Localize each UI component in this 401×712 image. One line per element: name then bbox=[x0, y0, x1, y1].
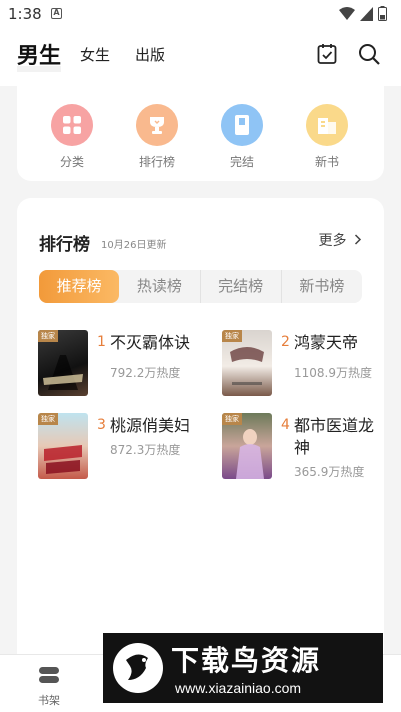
subtab-finished[interactable]: 完结榜 bbox=[201, 270, 282, 303]
status-time: 1:38 bbox=[8, 5, 42, 23]
category-new[interactable]: 新书 bbox=[297, 104, 357, 170]
book-cover: 独家 bbox=[222, 330, 272, 396]
book-heat: 872.3万热度 bbox=[110, 443, 181, 457]
nav-shelf[interactable]: 书架 bbox=[19, 665, 79, 708]
more-link[interactable]: 更多 bbox=[319, 230, 362, 250]
book-item[interactable]: 独家 2 鸿蒙天帝 1108.9万热度 bbox=[222, 330, 392, 400]
book-title: 鸿蒙天帝 bbox=[294, 333, 359, 352]
status-bar: 1:38 A bbox=[0, 0, 401, 28]
watermark-url: www.xiazainiao.com bbox=[175, 680, 302, 696]
trophy-icon bbox=[136, 104, 178, 146]
new-book-icon bbox=[306, 104, 348, 146]
subtab-hot[interactable]: 热读榜 bbox=[119, 270, 201, 303]
tab-publish[interactable]: 出版 bbox=[135, 44, 165, 65]
book-title: 不灭霸体诀 bbox=[110, 333, 191, 352]
book-item[interactable]: 独家 3 桃源俏美妇 872.3万热度 bbox=[38, 413, 208, 483]
tab-male[interactable]: 男生 bbox=[17, 38, 61, 70]
book-cover: 独家 bbox=[38, 330, 88, 396]
watermark: 下载鸟资源 www.xiazainiao.com bbox=[103, 633, 383, 703]
ranking-date: 10月26日更新 bbox=[101, 240, 167, 251]
top-header: 男生 女生 出版 bbox=[0, 28, 401, 86]
subtab-recommend[interactable]: 推荐榜 bbox=[39, 270, 120, 303]
signal-icon bbox=[360, 6, 373, 21]
battery-icon bbox=[378, 6, 387, 21]
category-label: 分类 bbox=[59, 155, 84, 169]
tab-female[interactable]: 女生 bbox=[80, 44, 110, 65]
more-label: 更多 bbox=[318, 233, 347, 249]
book-heat: 365.9万热度 bbox=[294, 465, 365, 479]
wifi-icon bbox=[339, 6, 355, 20]
book-heat: 792.2万热度 bbox=[110, 366, 181, 380]
rank-number: 3 bbox=[97, 417, 106, 433]
book-heat: 1108.9万热度 bbox=[294, 366, 372, 380]
shelf-icon bbox=[39, 667, 59, 683]
book-item[interactable]: 独家 4 都市医道龙神 365.9万热度 bbox=[222, 413, 392, 483]
book-icon bbox=[221, 104, 263, 146]
rank-number: 1 bbox=[97, 334, 106, 350]
category-label: 排行榜 bbox=[138, 155, 175, 169]
status-icons bbox=[339, 6, 387, 21]
book-cover: 独家 bbox=[38, 413, 88, 479]
category-card: 分类 排行榜 完结 新书 bbox=[17, 86, 384, 181]
rank-number: 4 bbox=[281, 417, 290, 433]
subtab-new[interactable]: 新书榜 bbox=[282, 270, 362, 303]
ranking-card: 排行榜 10月26日更新 更多 推荐榜 热读榜 完结榜 新书榜 独家 1 不灭霸… bbox=[17, 198, 384, 668]
chevron-right-icon bbox=[354, 234, 362, 245]
rank-number: 2 bbox=[281, 334, 290, 350]
category-classify[interactable]: 分类 bbox=[42, 104, 102, 170]
ranking-title: 排行榜 bbox=[39, 235, 90, 255]
category-label: 完结 bbox=[229, 155, 254, 169]
category-ranking[interactable]: 排行榜 bbox=[127, 104, 187, 170]
category-finished[interactable]: 完结 bbox=[212, 104, 272, 170]
search-icon[interactable] bbox=[357, 42, 381, 66]
watermark-title: 下载鸟资源 bbox=[171, 644, 322, 677]
grid-icon bbox=[51, 104, 93, 146]
ranking-subtabs: 推荐榜 热读榜 完结榜 新书榜 bbox=[39, 270, 362, 303]
checkin-icon[interactable] bbox=[315, 42, 339, 66]
notification-icon: A bbox=[51, 8, 62, 19]
book-cover: 独家 bbox=[222, 413, 272, 479]
book-title: 桃源俏美妇 bbox=[110, 416, 191, 435]
category-label: 新书 bbox=[314, 155, 339, 169]
book-title: 都市医道龙神 bbox=[294, 416, 375, 457]
nav-label: 书架 bbox=[38, 694, 60, 707]
bird-logo-icon bbox=[113, 643, 163, 693]
book-item[interactable]: 独家 1 不灭霸体诀 792.2万热度 bbox=[38, 330, 208, 400]
